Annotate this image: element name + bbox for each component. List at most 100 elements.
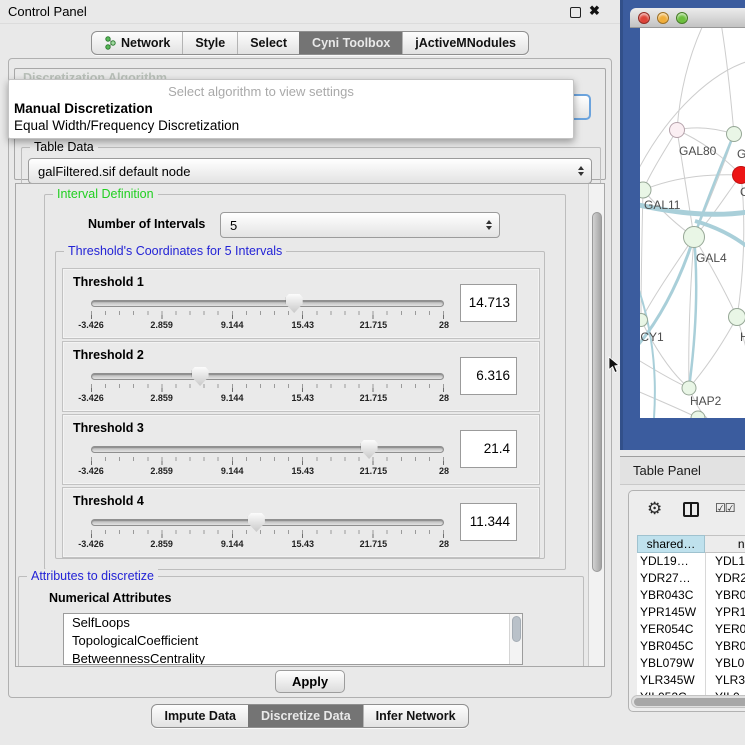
cell-shared-name: YBL079W: [640, 655, 702, 672]
attribute-list-item[interactable]: SelfLoops: [64, 614, 522, 632]
slider-track[interactable]: [91, 300, 444, 307]
tab-infer-network[interactable]: Infer Network: [363, 705, 468, 727]
threshold-slider[interactable]: -3.4262.8599.14415.4321.71528: [91, 293, 444, 335]
table-row[interactable]: YPR145WYPR1: [637, 604, 745, 621]
column-header-shared-name[interactable]: shared…: [637, 535, 705, 553]
close-traffic-light[interactable]: [638, 12, 650, 24]
network-window-titlebar[interactable]: [630, 8, 745, 28]
threshold-value-input[interactable]: 21.4: [460, 430, 517, 468]
vertical-scrollbar[interactable]: [588, 184, 605, 667]
network-node-label: GCY1: [640, 330, 664, 344]
attribute-list-item[interactable]: TopologicalCoefficient: [64, 632, 522, 650]
thresholds-group: Threshold's Coordinates for 5 Intervals …: [55, 251, 545, 559]
slider-tick-labels: -3.4262.8599.14415.4321.71528: [91, 466, 444, 478]
table-data-value: galFiltered.sif default node: [38, 164, 190, 179]
cell-shared-name: YBR045C: [640, 638, 702, 655]
slider-tick-labels: -3.4262.8599.14415.4321.71528: [91, 539, 444, 551]
network-nodes[interactable]: [640, 123, 745, 419]
zoom-traffic-light[interactable]: [676, 12, 688, 24]
attributes-group-title: Attributes to discretize: [27, 569, 158, 583]
cell-name: YBR0: [715, 587, 745, 604]
tab-discretize-data[interactable]: Discretize Data: [248, 705, 363, 727]
table-row[interactable]: YER054CYER0: [637, 621, 745, 638]
tick-label: 9.144: [221, 320, 244, 330]
tab-jactivemnodules[interactable]: jActiveMNodules: [402, 32, 528, 54]
tick-label: -3.426: [78, 539, 104, 549]
tick-label: 21.715: [360, 320, 388, 330]
table-row[interactable]: YBL079W YBL0: [637, 655, 745, 672]
network-node-selected-red: [733, 167, 745, 184]
threshold-slider[interactable]: -3.4262.8599.14415.4321.71528: [91, 439, 444, 481]
network-node-gal11: [640, 182, 651, 198]
tab-style[interactable]: Style: [182, 32, 237, 54]
numerical-attributes-list[interactable]: SelfLoopsTopologicalCoefficientBetweenne…: [63, 613, 523, 665]
slider-track[interactable]: [91, 519, 444, 526]
algorithm-option-equal-width[interactable]: Equal Width/Frequency Discretization: [9, 117, 573, 134]
tab-select[interactable]: Select: [237, 32, 299, 54]
list-scrollbar-thumb[interactable]: [512, 616, 521, 642]
threshold-row: Threshold 2-3.4262.8599.14415.4321.71528…: [62, 341, 540, 412]
bottom-tab-bar: Impute Data Discretize Data Infer Networ…: [0, 704, 620, 728]
minimize-traffic-light[interactable]: [657, 12, 669, 24]
vertical-scrollbar-thumb[interactable]: [592, 212, 602, 572]
cell-name: YBL0: [715, 655, 744, 672]
select-columns-icon[interactable]: ☑☑: [715, 501, 735, 515]
split-columns-icon[interactable]: [683, 502, 699, 517]
tick-label: 15.43: [292, 320, 315, 330]
network-node-label: C: [740, 185, 745, 199]
table-row[interactable]: YDL19…YDL1: [637, 553, 745, 570]
tab-network[interactable]: Network: [92, 32, 182, 54]
float-window-icon[interactable]: [570, 7, 581, 18]
tab-cyni-toolbox[interactable]: Cyni Toolbox: [299, 32, 402, 54]
close-icon[interactable]: ✖: [589, 3, 600, 19]
attribute-items: SelfLoopsTopologicalCoefficientBetweenne…: [64, 614, 522, 665]
table-row[interactable]: YBR043C YBR0: [637, 587, 745, 604]
number-of-intervals-combobox[interactable]: 5: [220, 212, 500, 238]
network-canvas[interactable]: GAL80GCGAL11GAL4GCY1HHAP2: [640, 28, 745, 418]
threshold-value-input[interactable]: 6.316: [460, 357, 517, 395]
algorithm-hint-item[interactable]: Select algorithm to view settings: [9, 83, 573, 100]
interval-definition-group: Interval Definition Number of Intervals …: [44, 194, 566, 570]
tick-label: 15.43: [292, 466, 315, 476]
threshold-slider[interactable]: -3.4262.8599.14415.4321.71528: [91, 512, 444, 554]
gear-icon[interactable]: ⚙: [647, 499, 662, 519]
cell-shared-name: YDR27…: [640, 570, 702, 587]
slider-ticks: [91, 384, 444, 392]
table-data-combobox[interactable]: galFiltered.sif default node: [28, 158, 592, 184]
cell-name: YER0: [715, 621, 745, 638]
mouse-cursor: [608, 356, 620, 374]
network-node: [691, 411, 705, 418]
numerical-attributes-label: Numerical Attributes: [49, 591, 171, 605]
column-header-name[interactable]: na: [705, 535, 745, 553]
attributes-group: Attributes to discretize Numerical Attri…: [18, 576, 584, 667]
tab-impute-data[interactable]: Impute Data: [152, 705, 248, 727]
cell-name: YBR0: [715, 638, 745, 655]
threshold-rows-container: Threshold 1-3.4262.8599.14415.4321.71528…: [62, 268, 540, 560]
network-node-gal4: [684, 227, 705, 248]
cell-shared-name: YBR043C: [640, 587, 702, 604]
threshold-value-input[interactable]: 11.344: [460, 503, 517, 541]
horizontal-scrollbar-thumb[interactable]: [634, 698, 745, 706]
tick-label: 9.144: [221, 539, 244, 549]
tick-label: 2.859: [150, 466, 173, 476]
slider-tick-labels: -3.4262.8599.14415.4321.71528: [91, 393, 444, 405]
threshold-label: Threshold 3: [73, 421, 144, 435]
list-scrollbar[interactable]: [509, 614, 522, 665]
cell-shared-name: YPR145W: [640, 604, 702, 621]
algorithm-option-manual[interactable]: Manual Discretization: [9, 100, 573, 117]
horizontal-scrollbar[interactable]: [631, 695, 745, 708]
slider-ticks: [91, 311, 444, 319]
cell-shared-name: YDL19…: [640, 553, 702, 570]
table-row[interactable]: YDR27…YDR2: [637, 570, 745, 587]
control-panel-titlebar: Control Panel ✖: [0, 0, 620, 24]
table-row[interactable]: YBR045C YBR0: [637, 638, 745, 655]
attribute-list-item[interactable]: BetweennessCentrality: [64, 650, 522, 665]
network-view-frame: GAL80GCGAL11GAL4GCY1HHAP2: [620, 0, 745, 450]
slider-track[interactable]: [91, 373, 444, 380]
apply-button[interactable]: Apply: [275, 670, 345, 693]
threshold-value-input[interactable]: 14.713: [460, 284, 517, 322]
network-edges-highlighted: [640, 134, 745, 418]
threshold-slider[interactable]: -3.4262.8599.14415.4321.71528: [91, 366, 444, 408]
slider-track[interactable]: [91, 446, 444, 453]
table-row[interactable]: YLR345WYLR3: [637, 672, 745, 689]
